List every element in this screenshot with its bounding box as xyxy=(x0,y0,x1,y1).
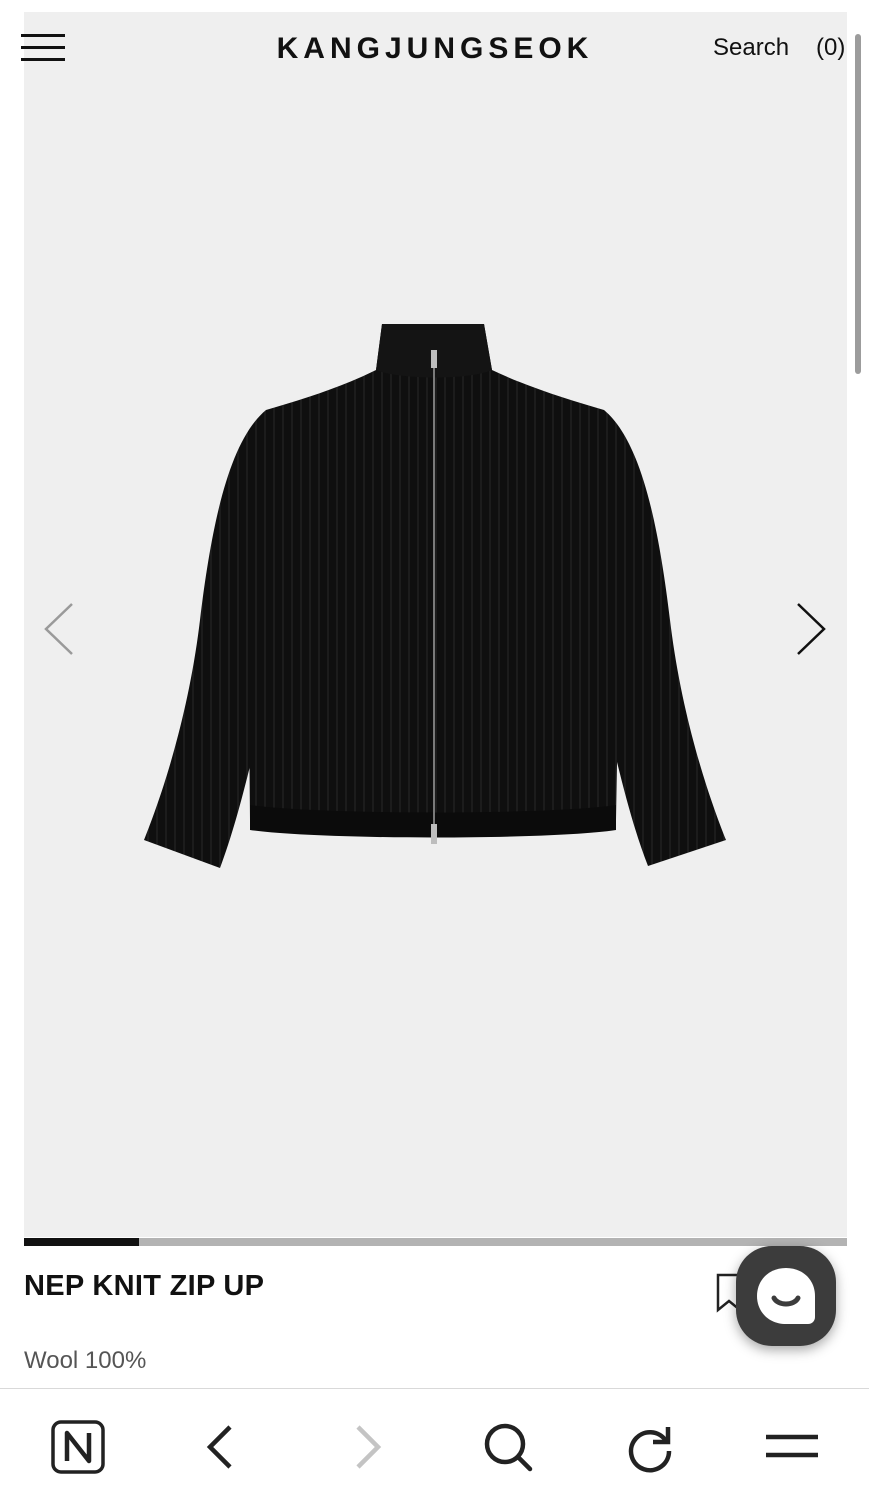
chevron-left-icon[interactable] xyxy=(36,594,86,664)
site-header: KANGJUNGSEOK Search (0) xyxy=(0,0,869,100)
search-link[interactable]: Search xyxy=(713,34,789,62)
chat-button[interactable] xyxy=(736,1246,836,1346)
cart-link[interactable]: (0) xyxy=(816,34,845,62)
chat-bubble-icon xyxy=(757,1268,815,1324)
back-arrow-icon[interactable] xyxy=(192,1417,252,1477)
naver-n-icon[interactable] xyxy=(48,1417,108,1477)
zipper-pull-top xyxy=(431,350,437,368)
menu-icon[interactable] xyxy=(762,1417,822,1477)
gallery-progress xyxy=(24,1238,847,1246)
zipper-pull-bottom xyxy=(431,824,437,844)
page-scrollbar[interactable] xyxy=(855,34,861,374)
gallery-progress-fill xyxy=(24,1238,140,1246)
product-material: Wool 100% xyxy=(24,1347,147,1374)
refresh-icon[interactable] xyxy=(620,1417,680,1477)
product-photo xyxy=(144,324,726,868)
chevron-right-icon[interactable] xyxy=(786,594,836,664)
product-title: NEP KNIT ZIP UP xyxy=(24,1270,265,1302)
forward-arrow-icon[interactable] xyxy=(336,1417,396,1477)
brand-logo[interactable]: KANGJUNGSEOK xyxy=(240,32,630,66)
product-page: KANGJUNGSEOK Search (0) NEP KNIT ZIP UP … xyxy=(0,0,869,1500)
search-icon[interactable] xyxy=(478,1417,538,1477)
browser-toolbar xyxy=(0,1388,869,1500)
hamburger-menu-icon[interactable] xyxy=(21,32,67,64)
